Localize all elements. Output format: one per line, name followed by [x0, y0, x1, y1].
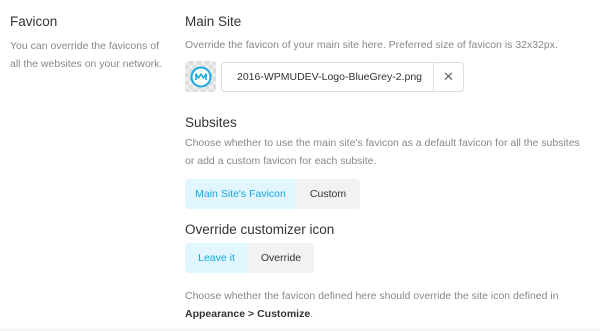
subsites-description: Choose whether to use the main site's fa…: [185, 137, 580, 167]
override-description-end: .: [310, 308, 314, 320]
favicon-section-description: You can override the favicons of all the…: [10, 40, 163, 70]
favicon-settings: Main Site Override the favicon of your m…: [185, 14, 590, 320]
main-site-favicon-option[interactable]: Main Site's Favicon: [185, 179, 296, 209]
close-icon: ✕: [443, 68, 454, 84]
override-toggle: Leave it Override: [185, 243, 590, 273]
main-site-title: Main Site: [185, 14, 242, 29]
subsites-title: Subsites: [185, 115, 237, 130]
favicon-section-title: Favicon: [10, 14, 58, 29]
main-site-description: Override the favicon of your main site h…: [185, 39, 558, 51]
main-site-group: Main Site Override the favicon of your m…: [185, 14, 590, 92]
subsites-group: Subsites Choose whether to use the main …: [185, 115, 590, 209]
override-customizer-description: Choose whether the favicon defined here …: [185, 287, 590, 323]
favicon-preview: [185, 61, 216, 92]
wpmudev-logo-icon: [190, 66, 211, 87]
override-customizer-title: Override customizer icon: [185, 222, 335, 237]
override-option[interactable]: Override: [248, 243, 314, 273]
favicon-file-row: 2016-WPMUDEV-Logo-BlueGrey-2.png ✕: [185, 60, 464, 93]
bottom-edge-shadow: [0, 327, 600, 331]
favicon-section-header: Favicon You can override the favicons of…: [10, 14, 170, 73]
clear-file-button[interactable]: ✕: [433, 62, 463, 91]
favicon-file-name: 2016-WPMUDEV-Logo-BlueGrey-2.png: [237, 70, 423, 83]
override-description-text: Choose whether the favicon defined here …: [185, 290, 559, 302]
custom-favicon-option[interactable]: Custom: [296, 179, 360, 209]
leave-it-option[interactable]: Leave it: [185, 243, 248, 273]
favicon-file-field[interactable]: 2016-WPMUDEV-Logo-BlueGrey-2.png ✕: [221, 61, 464, 92]
subsites-toggle: Main Site's Favicon Custom: [185, 179, 590, 209]
override-customizer-group: Override customizer icon Leave it Overri…: [185, 222, 590, 323]
appearance-customize-path: Appearance > Customize: [185, 308, 311, 320]
